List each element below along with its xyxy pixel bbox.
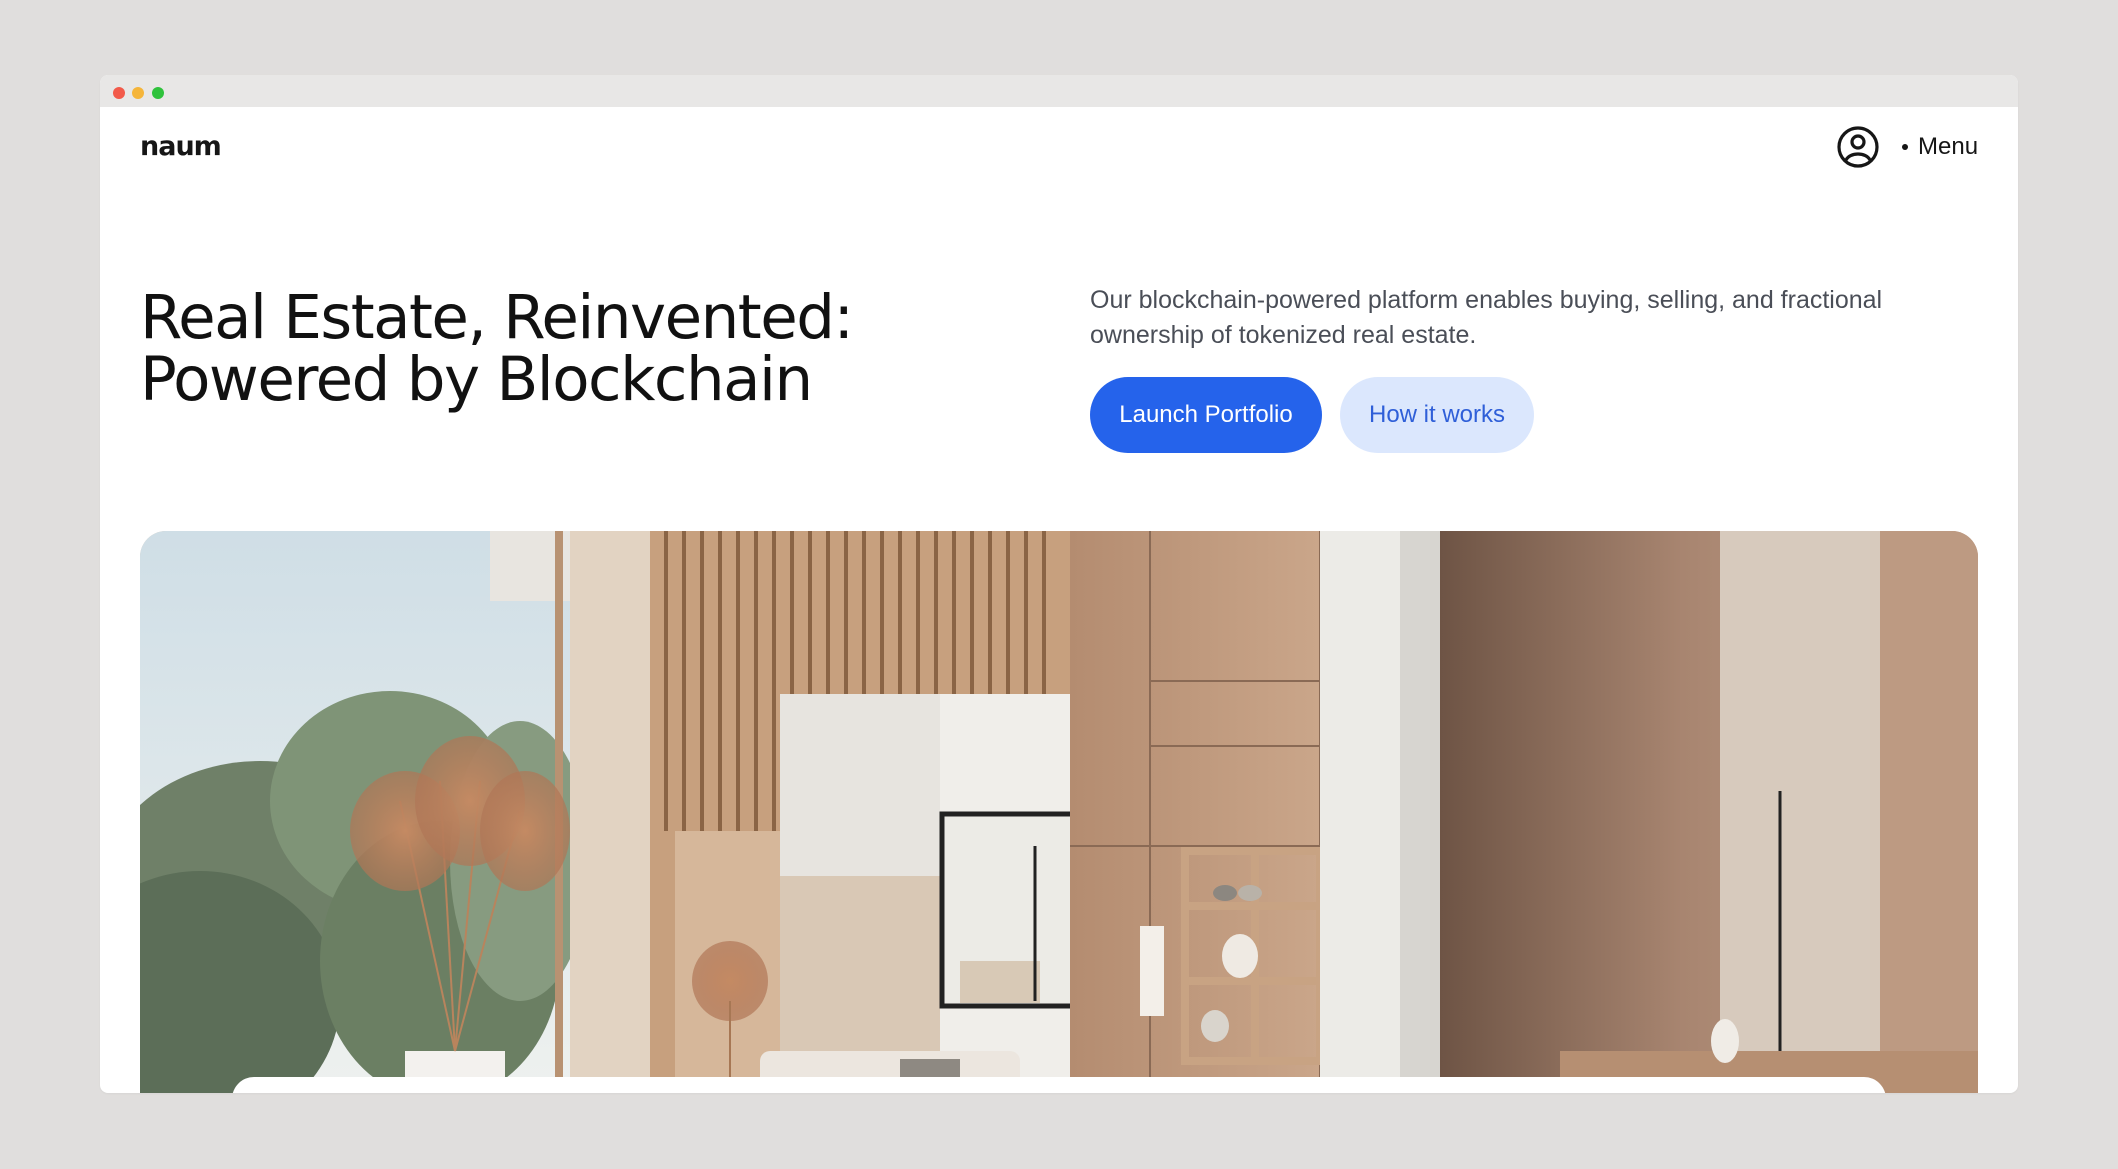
minimize-window-button[interactable] — [132, 87, 144, 99]
content-card-edge — [232, 1077, 1886, 1093]
headline-line-1: Real Estate, Reinvented: — [140, 282, 854, 353]
hero-description: Our blockchain-powered platform enables … — [1090, 286, 1883, 349]
maximize-window-button[interactable] — [152, 87, 164, 99]
user-circle-icon[interactable] — [1836, 125, 1880, 169]
menu-button[interactable]: Menu — [1918, 133, 1978, 161]
browser-window: naum Menu Real Estate, Reinvented: Power… — [100, 75, 2018, 1093]
hero-image — [140, 531, 1978, 1093]
menu-bullet-icon — [1902, 144, 1908, 150]
brand-logo[interactable]: naum — [140, 131, 222, 162]
launch-portfolio-button[interactable]: Launch Portfolio — [1090, 377, 1322, 453]
hero-headline: Real Estate, Reinvented: Powered by Bloc… — [140, 287, 1040, 411]
window-titlebar — [100, 75, 2018, 107]
headline-line-2: Powered by Blockchain — [140, 344, 813, 415]
how-it-works-button[interactable]: How it works — [1340, 377, 1534, 453]
close-window-button[interactable] — [113, 87, 125, 99]
